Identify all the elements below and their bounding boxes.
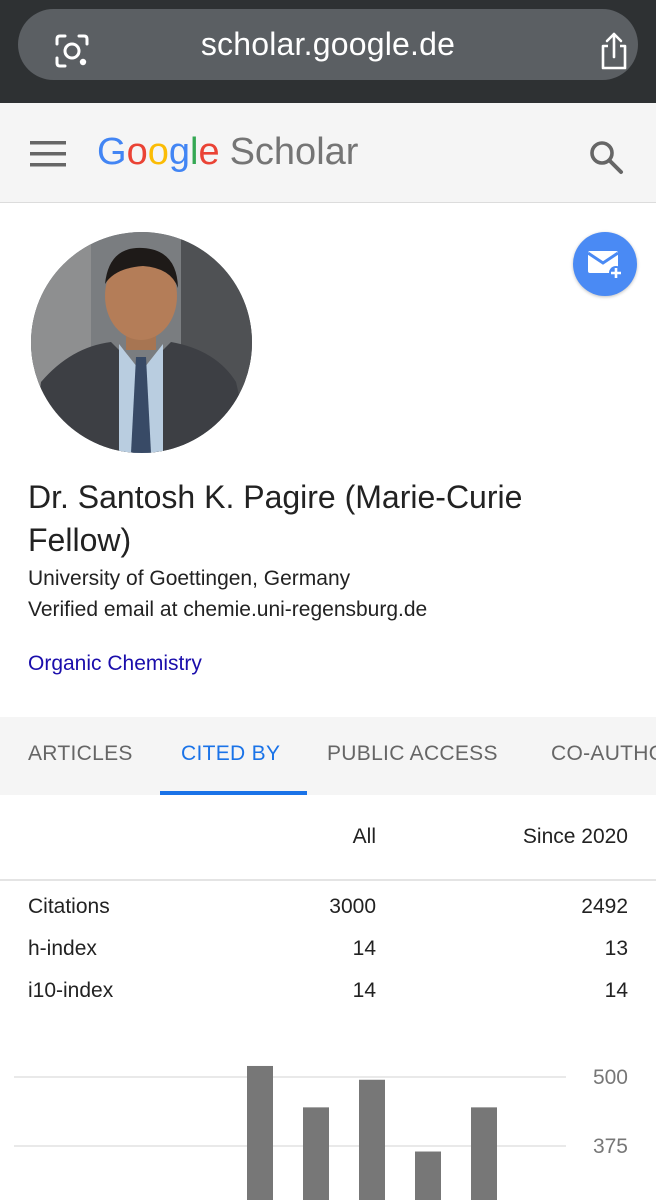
citation-chart-svg: 500 375: [14, 1065, 628, 1200]
stat-since: 2492: [581, 895, 628, 918]
email-plus-icon: [587, 251, 623, 280]
profile-photo: [31, 232, 252, 453]
stat-all: 14: [352, 979, 376, 1002]
citation-chart: 500 375: [0, 1055, 656, 1200]
chart-bar[interactable]: [359, 1079, 385, 1200]
tab-articles[interactable]: ARTICLES: [28, 717, 133, 795]
y-tick-label: 375: [593, 1135, 628, 1158]
logo-scholar-word: Scholar: [229, 131, 359, 173]
verified-email: Verified email at chemie.uni-regensburg.…: [28, 598, 428, 621]
column-header-all: All: [352, 825, 376, 848]
address-bar[interactable]: scholar.google.de: [18, 9, 638, 80]
google-scholar-logo[interactable]: Google Scholar: [97, 127, 358, 177]
stats-row-h-index: h-index 14 13: [0, 937, 656, 979]
affiliation: University of Goettingen, Germany: [28, 567, 351, 590]
profile-name: Dr. Santosh K. Pagire (Marie-Curie Fello…: [28, 479, 523, 558]
column-header-since: Since 2020: [522, 825, 628, 848]
scholar-header: Google Scholar: [0, 103, 656, 203]
stats-header: All Since 2020: [0, 795, 656, 881]
stat-label[interactable]: Citations: [28, 895, 110, 919]
browser-toolbar: scholar.google.de: [0, 0, 656, 103]
stats-row-i10-index: i10-index 14 14: [0, 979, 656, 1021]
follow-button[interactable]: [573, 232, 637, 296]
stat-since: 14: [604, 979, 628, 1002]
share-icon[interactable]: [596, 31, 632, 71]
stat-label[interactable]: i10-index: [28, 979, 113, 1003]
stat-all: 3000: [329, 895, 376, 918]
chart-bar[interactable]: [247, 1065, 273, 1200]
avatar[interactable]: [31, 232, 252, 453]
chart-bar[interactable]: [415, 1151, 441, 1200]
menu-icon[interactable]: [30, 139, 66, 169]
url-text[interactable]: scholar.google.de: [18, 9, 638, 80]
search-icon[interactable]: [588, 139, 624, 175]
chart-bar[interactable]: [471, 1107, 497, 1200]
profile-tabs: ARTICLES CITED BY PUBLIC ACCESS CO-AUTHO…: [0, 717, 656, 795]
stat-label[interactable]: h-index: [28, 937, 97, 961]
chart-bar[interactable]: [303, 1107, 329, 1200]
y-tick-label: 500: [593, 1066, 628, 1089]
stats-row-citations: Citations 3000 2492: [0, 895, 656, 937]
tab-public-access[interactable]: PUBLIC ACCESS: [327, 717, 498, 795]
tab-cited-by[interactable]: CITED BY: [181, 717, 280, 795]
tab-co-authors[interactable]: CO-AUTHORS: [551, 717, 656, 795]
logo-google-word: Google: [97, 131, 220, 173]
stat-since: 13: [604, 937, 628, 960]
stat-all: 14: [352, 937, 376, 960]
interest-link[interactable]: Organic Chemistry: [28, 649, 202, 679]
